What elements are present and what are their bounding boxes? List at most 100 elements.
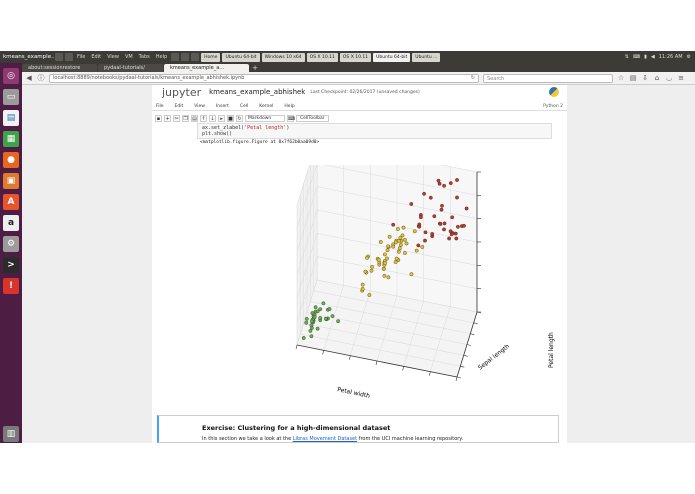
vm-tab-osx-2[interactable]: OS X 10.11 — [339, 52, 372, 62]
data-point — [423, 230, 428, 235]
reading-list-icon[interactable]: ▤ — [629, 74, 637, 82]
clock[interactable]: 11:26 AM — [659, 54, 683, 60]
exercise-text: In this section we take a look at the Li… — [202, 436, 464, 442]
libras-dataset-link[interactable]: Libras Movement Dataset — [293, 436, 357, 442]
add-cell-icon[interactable]: + — [164, 114, 171, 122]
system-settings-icon[interactable]: ⚙ — [3, 236, 19, 252]
data-point — [369, 268, 374, 273]
menu-insert[interactable]: Insert — [216, 104, 229, 109]
vm-menu-vm[interactable]: VM — [125, 54, 133, 60]
url-bar[interactable]: localhost:8889/notebooks/pydaal-tutorial… — [49, 73, 479, 83]
software-center-icon[interactable]: A — [3, 194, 19, 210]
x-tick — [429, 371, 431, 376]
firefox-icon[interactable]: ● — [3, 152, 19, 168]
y-axis-label: Sepal length — [477, 343, 511, 372]
home-icon[interactable]: ⌂ — [653, 74, 661, 82]
notebook-menubar: File Edit View Insert Cell Kernel Help P… — [152, 102, 567, 111]
browser-tab-session[interactable]: about:sessionrestore — [22, 64, 97, 72]
vm-tab-ubuntu-2[interactable]: Ubuntu ... — [412, 52, 441, 62]
snapshot-icon[interactable] — [181, 53, 190, 61]
stop-icon[interactable]: ■ — [227, 114, 234, 122]
exercise-cell[interactable]: Exercise: Clustering for a high-dimensio… — [157, 415, 559, 443]
keyboard-icon[interactable]: ⌨ — [633, 54, 640, 60]
network-icon[interactable]: ⇅ — [625, 54, 629, 60]
save-icon[interactable]: ▪ — [155, 114, 162, 122]
vm-tab-osx-1[interactable]: OS X 10.11 — [306, 52, 338, 62]
bookmark-star-icon[interactable]: ☆ — [617, 74, 625, 82]
new-tab-button[interactable]: + — [250, 64, 260, 72]
volume-icon[interactable]: ◀ — [651, 54, 655, 60]
menu-kernel[interactable]: Kernel — [259, 104, 273, 109]
checkpoint-status: Last Checkpoint: 02/26/2017 (unsaved cha… — [310, 89, 420, 95]
files-icon[interactable]: ▭ — [3, 89, 19, 105]
data-point — [304, 317, 309, 321]
keyboard-icon[interactable]: ⌨ — [287, 114, 295, 122]
data-point — [430, 232, 435, 236]
vm-tab-ubuntu-active[interactable]: Ubuntu 64-bit — [373, 52, 411, 62]
search-input[interactable]: Search — [483, 73, 613, 83]
trash-icon[interactable]: ▥ — [3, 426, 19, 442]
impress-icon[interactable]: ▣ — [3, 173, 19, 189]
vm-tab-windows[interactable]: Windows 10 x64 — [261, 52, 305, 62]
vm-menu-file[interactable]: File — [77, 54, 85, 60]
pause-icon[interactable] — [171, 53, 180, 61]
calc-icon[interactable]: ▦ — [3, 131, 19, 147]
data-point — [304, 320, 309, 325]
vm-menu-tabs[interactable]: Tabs — [139, 54, 150, 60]
code-cell[interactable]: ax.set_zlabel('Petal length') plt.show() — [197, 123, 552, 139]
download-icon[interactable]: ⇩ — [641, 74, 649, 82]
vm-menu-view[interactable]: View — [107, 54, 119, 60]
data-point — [453, 231, 458, 236]
ubuntu-dash-icon[interactable]: ◎ — [3, 68, 19, 84]
vm-menu-help[interactable]: Help — [156, 54, 167, 60]
vm-tab-ubuntu[interactable]: Ubuntu 64-bit — [222, 52, 260, 62]
menu-help[interactable]: Help — [284, 104, 294, 109]
copy-icon[interactable]: ❐ — [182, 114, 189, 122]
data-point — [383, 252, 387, 257]
cell-type-select[interactable]: Markdown — [245, 114, 285, 122]
data-point — [365, 255, 369, 260]
menu-edit[interactable]: Edit — [175, 104, 184, 109]
settings-icon[interactable]: ⚙ — [687, 54, 691, 60]
battery-icon[interactable]: ▮ — [644, 54, 647, 60]
menu-cell[interactable]: Cell — [240, 104, 248, 109]
terminal-icon[interactable]: > — [3, 257, 19, 273]
data-point — [382, 273, 387, 278]
cell-toolbar-button[interactable]: CellToolbar — [296, 114, 329, 122]
exercise-title: Exercise: Clustering for a high-dimensio… — [202, 424, 391, 432]
jupyter-logo[interactable]: jupyter — [162, 86, 201, 99]
data-point — [448, 181, 453, 185]
vm-tab-home[interactable]: Home — [201, 52, 221, 62]
move-down-icon[interactable]: ↓ — [209, 114, 216, 122]
hamburger-menu-icon[interactable]: ≡ — [677, 74, 685, 82]
reload-icon[interactable]: ↻ — [471, 75, 475, 81]
info-icon[interactable]: ⓘ — [37, 74, 45, 82]
pencil-icon[interactable] — [65, 53, 73, 61]
pocket-icon[interactable]: ◡ — [665, 74, 673, 82]
browser-tab-kmeans[interactable]: kmeans_example_a... — [164, 64, 249, 72]
vm-menu-edit[interactable]: Edit — [91, 54, 101, 60]
writer-icon[interactable]: ▤ — [3, 110, 19, 126]
fullscreen-icon[interactable] — [191, 53, 200, 61]
back-icon[interactable]: ◀ — [25, 74, 33, 82]
paste-icon[interactable]: ▤ — [191, 114, 198, 122]
restart-icon[interactable]: ↻ — [236, 114, 243, 122]
run-icon[interactable]: ▸ — [218, 114, 225, 122]
data-point — [376, 257, 381, 262]
amazon-icon[interactable]: a — [3, 215, 19, 231]
menu-file[interactable]: File — [156, 104, 164, 109]
data-point — [327, 307, 332, 311]
menu-view[interactable]: View — [194, 104, 205, 109]
cut-icon[interactable]: ✂ — [173, 114, 180, 122]
notebook-title[interactable]: kmeans_example_abhishek — [209, 88, 305, 96]
data-point — [391, 222, 396, 227]
browser-tabbar: about:sessionrestore pydaal-tutorials/ k… — [22, 63, 695, 72]
data-point — [370, 264, 374, 269]
browser-tab-pydaal[interactable]: pydaal-tutorials/ — [98, 64, 163, 72]
app-name: kmeans_example... — [3, 54, 54, 60]
data-point — [393, 260, 398, 264]
move-up-icon[interactable]: ↑ — [200, 114, 207, 122]
power-icon[interactable] — [55, 53, 63, 61]
updates-icon[interactable]: ! — [3, 278, 19, 294]
data-point — [391, 244, 396, 249]
